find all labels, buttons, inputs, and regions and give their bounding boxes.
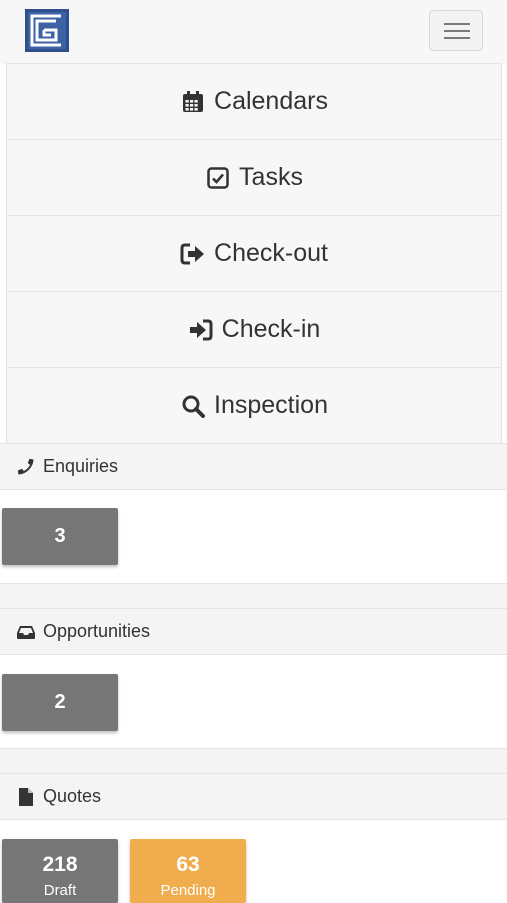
nav-item-inspection[interactable]: Inspection	[7, 367, 501, 443]
tile-count: 3	[54, 525, 66, 547]
hamburger-bar	[444, 30, 470, 32]
opportunities-count-tile[interactable]: 2	[2, 674, 118, 731]
hamburger-menu-button[interactable]	[429, 10, 483, 51]
checkbox-icon	[205, 165, 231, 191]
nav-item-label: Check-out	[214, 239, 328, 267]
quotes-draft-tile[interactable]: 218 Draft	[2, 839, 118, 903]
quotes-card-body: 218 Draft 63 Pending	[0, 820, 507, 903]
hamburger-bar	[444, 37, 470, 39]
nav-item-label: Calendars	[214, 87, 328, 115]
main-nav-list: Calendars Tasks Check-out Check-in Inspe…	[6, 63, 502, 443]
card-title: Enquiries	[43, 456, 119, 476]
quotes-card-header: Quotes	[0, 773, 507, 820]
card-title: Quotes	[43, 786, 102, 806]
top-navbar	[0, 0, 507, 64]
opportunities-card-header: Opportunities	[0, 608, 507, 655]
tile-label: Draft	[43, 882, 77, 899]
card-divider	[0, 583, 507, 609]
enquiries-card-body: 3	[0, 490, 507, 584]
card-title: Opportunities	[43, 621, 151, 641]
tile-count: 63	[176, 853, 200, 876]
tile-count: 2	[54, 691, 66, 713]
quotes-pending-tile[interactable]: 63 Pending	[130, 839, 246, 903]
enquiries-card-header: Enquiries	[0, 443, 507, 490]
phone-icon	[16, 457, 36, 477]
opportunities-card-body: 2	[0, 655, 507, 749]
logo-mark-icon	[30, 14, 61, 47]
nav-item-label: Inspection	[214, 391, 328, 419]
enquiries-count-tile[interactable]: 3	[2, 508, 118, 565]
nav-item-tasks[interactable]: Tasks	[7, 139, 501, 215]
brand-logo[interactable]	[25, 9, 69, 52]
tile-count: 218	[42, 853, 78, 876]
nav-item-check-in[interactable]: Check-in	[7, 291, 501, 367]
card-divider	[0, 748, 507, 774]
nav-item-label: Tasks	[239, 163, 303, 191]
sign-out-icon	[180, 241, 206, 267]
nav-item-label: Check-in	[221, 315, 321, 343]
nav-item-calendars[interactable]: Calendars	[7, 63, 501, 139]
hamburger-bar	[444, 23, 470, 25]
inbox-icon	[16, 622, 36, 642]
sign-in-icon	[188, 317, 214, 343]
search-icon	[180, 393, 206, 419]
nav-item-check-out[interactable]: Check-out	[7, 215, 501, 291]
tile-label: Pending	[160, 882, 216, 899]
calendar-icon	[180, 89, 206, 115]
file-icon	[16, 787, 36, 807]
